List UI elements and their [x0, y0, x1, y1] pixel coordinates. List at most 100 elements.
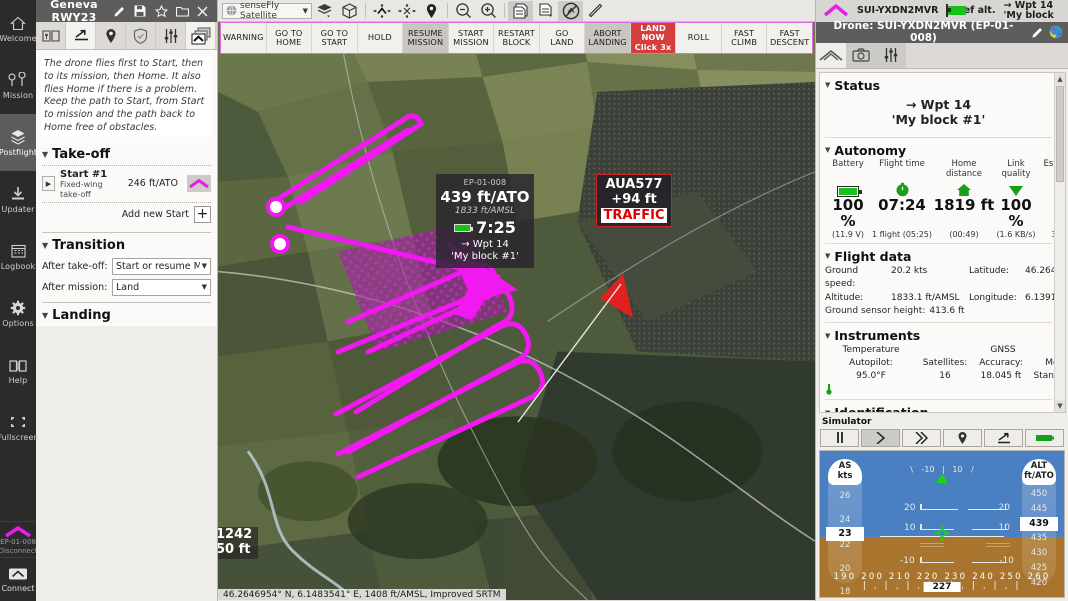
marker-pin-icon[interactable] [419, 1, 444, 21]
tab-takeoff-landing[interactable] [66, 22, 96, 49]
takeoff-start-names: Start #1 Fixed-wing take-off [60, 169, 123, 199]
zoom-in-icon[interactable] [476, 1, 501, 21]
rail-disconnect-label[interactable]: Disconnect [0, 548, 37, 555]
pfd-pitch-label-10-left: 10 [904, 523, 915, 533]
command-button-start-mission[interactable]: START MISSION [449, 23, 495, 53]
command-button-hold[interactable]: HOLD [358, 23, 404, 53]
command-button-fast-climb[interactable]: FAST CLIMB [722, 23, 768, 53]
add-new-start-row[interactable]: Add new Start + [36, 203, 217, 228]
sidebar-item-mission[interactable]: Mission [0, 57, 36, 114]
command-button-abort-landing[interactable]: ABORT LANDING [585, 23, 631, 53]
tab-settings-sliders[interactable] [156, 22, 186, 49]
scrollbar[interactable]: ▲ ▼ [1054, 73, 1065, 412]
copy-block-icon[interactable] [508, 1, 533, 21]
simulator-pause-button[interactable] [820, 429, 859, 447]
add-new-start-button[interactable]: + [194, 206, 211, 223]
sidebar-item-welcome[interactable]: Welcome [0, 0, 36, 57]
clock-icon [871, 180, 933, 197]
basemap-select[interactable]: senseFly Satellite ▼ [222, 3, 312, 19]
transition-section-header[interactable]: ▼ Transition [36, 236, 217, 256]
autonomy-label-flight-time: Flight time [871, 159, 933, 180]
simulator-takeoff-button[interactable] [984, 429, 1023, 447]
sidebar-item-help[interactable]: Help [0, 342, 36, 399]
sidebar-item-fullscreen[interactable]: Fullscreen [0, 399, 36, 456]
tab-drone[interactable] [816, 43, 846, 68]
pfd-as-tick-24: 24 [828, 515, 862, 525]
zoom-out-icon[interactable] [451, 1, 476, 21]
command-button-resume-mission[interactable]: RESUME MISSION [403, 23, 449, 53]
status-section-header[interactable]: ▼ Status [825, 76, 1052, 94]
scroll-up-icon[interactable]: ▲ [1055, 73, 1065, 85]
pfd-aircraft-symbol [934, 525, 950, 541]
sidebar-item-postflight[interactable]: Postflight [0, 114, 36, 171]
sidebar-item-options[interactable]: Options [0, 285, 36, 342]
after-mission-select[interactable]: Land ▼ [112, 279, 211, 296]
edit-pencil-icon[interactable] [113, 5, 128, 18]
simulator-fast-forward-button[interactable] [902, 429, 941, 447]
command-button-land-now[interactable]: LAND NOW Click 3x [631, 23, 677, 53]
measure-ruler-icon[interactable] [583, 1, 608, 21]
status-waypoint: → Wpt 14 [825, 97, 1052, 113]
tab-blocks[interactable] [186, 22, 216, 49]
layers-icon[interactable] [312, 1, 337, 21]
command-button-go-to-start[interactable]: GO TO START [312, 23, 358, 53]
layers-stack-icon [10, 128, 26, 146]
no-fly-zone-icon[interactable] [558, 1, 583, 21]
connect-button[interactable]: Connect [0, 557, 36, 601]
fit-view-icon[interactable] [394, 1, 419, 21]
close-icon[interactable] [197, 6, 212, 17]
command-button-fast-descent[interactable]: FAST DESCENT [767, 23, 812, 53]
tab-camera[interactable] [846, 43, 876, 68]
pfd-pitch-label-neg10-right: -10 [999, 556, 1014, 566]
edit-pencil-icon[interactable] [1026, 26, 1049, 39]
simulator-play-button[interactable] [861, 429, 900, 447]
autopilot-temp-cell: 95.0°F [825, 370, 917, 395]
after-takeoff-select[interactable]: Start or resume Mission ▼ [112, 258, 211, 275]
sidebar-item-logbook[interactable]: Logbook [0, 228, 36, 285]
command-button-roll[interactable]: ROLL [676, 23, 722, 53]
command-sublabel: Click 3x [635, 43, 672, 52]
tab-settings[interactable] [876, 43, 906, 68]
autonomy-value-home-distance: 1819 ft [933, 197, 995, 230]
takeoff-section-header[interactable]: ▼ Take-off [36, 145, 217, 165]
drone-info-scroll-area[interactable]: ▼ Status → Wpt 14 'My block #1' ▼ Autono… [819, 72, 1066, 413]
star-icon[interactable] [155, 5, 170, 18]
satellite-map[interactable]: EP-01-008 439 ft/ATO 1833 ft/AMSL 7:25 →… [218, 22, 815, 601]
simulator-waypoint-button[interactable] [943, 429, 982, 447]
pfd-pitch-label-20-right: 20 [999, 503, 1010, 513]
paste-block-icon[interactable] [533, 1, 558, 21]
expand-arrow-icon[interactable]: ▶ [42, 176, 55, 191]
tab-waypoints[interactable] [96, 22, 126, 49]
command-label: ROLL [688, 33, 710, 42]
folder-icon[interactable] [176, 6, 191, 17]
simulator-battery-button[interactable] [1025, 429, 1064, 447]
thermometer-icon [825, 383, 917, 395]
flight-data-section-header[interactable]: ▼ Flight data [825, 247, 1052, 265]
instruments-section-header[interactable]: ▼ Instruments [825, 326, 1052, 344]
divider [825, 243, 1052, 244]
command-button-go-to-home[interactable]: GO TO HOME [267, 23, 313, 53]
command-sublabel: LANDING [588, 38, 626, 47]
3d-box-icon[interactable] [337, 1, 362, 21]
landing-section-header[interactable]: ▼ Landing [36, 306, 217, 326]
tab-safety[interactable] [126, 22, 156, 49]
basemap-value: senseFly Satellite [240, 1, 300, 21]
color-palette-icon[interactable] [1049, 25, 1063, 39]
logbook-icon [11, 242, 26, 260]
identification-section-header[interactable]: ▼ Identification [825, 403, 1052, 412]
tab-map-legend[interactable] [36, 22, 66, 49]
scroll-down-icon[interactable]: ▼ [1055, 400, 1065, 412]
command-button-warning[interactable]: WARNING [221, 23, 267, 53]
takeoff-start-row[interactable]: ▶ Start #1 Fixed-wing take-off 246 ft/AT… [36, 166, 217, 202]
drone-panel-title: Drone: SUI-YXDN2MVR (EP-01-008) [821, 20, 1026, 44]
command-button-go-land[interactable]: GO LAND [540, 23, 586, 53]
takeoff-section-label: Take-off [52, 147, 110, 162]
autonomy-section-header[interactable]: ▼ Autonomy [825, 141, 1052, 159]
save-disk-icon[interactable] [134, 5, 149, 17]
map-coordinates-statusbar: 46.2646954° N, 6.1483541° E, 1408 ft/AMS… [218, 589, 506, 601]
scrollbar-thumb[interactable] [1056, 86, 1064, 182]
center-drone-icon[interactable] [369, 1, 394, 21]
sidebar-item-updater[interactable]: Updater [0, 171, 36, 228]
command-button-restart-block[interactable]: RESTART BLOCK [494, 23, 540, 53]
instruments-section-label: Instruments [834, 328, 920, 343]
